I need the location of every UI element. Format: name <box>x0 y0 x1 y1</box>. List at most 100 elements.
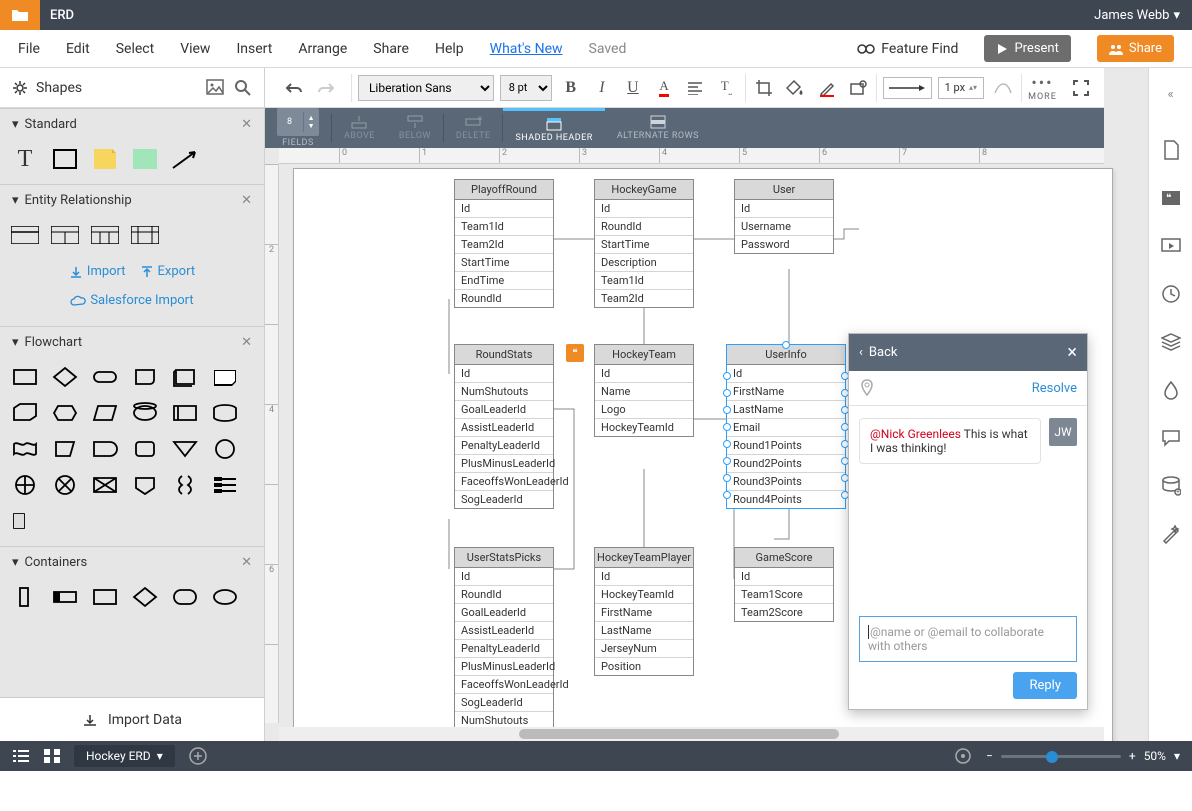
close-icon[interactable]: ✕ <box>241 555 252 570</box>
fill-button[interactable] <box>783 75 808 101</box>
section-head-containers[interactable]: ▾Containers ✕ <box>0 547 264 578</box>
entity-field[interactable]: Name <box>595 382 693 400</box>
container-shape[interactable] <box>130 584 160 610</box>
font-size-select[interactable]: 8 pt <box>500 75 553 101</box>
flowchart-shape[interactable] <box>130 400 160 426</box>
flowchart-shape[interactable] <box>10 400 40 426</box>
flowchart-shape[interactable] <box>50 364 80 390</box>
line-options-button[interactable] <box>990 75 1015 101</box>
menu-view[interactable]: View <box>180 41 210 57</box>
scrollbar-horizontal[interactable] <box>279 727 1104 741</box>
layers-icon[interactable] <box>1159 330 1183 354</box>
font-color-button[interactable]: A <box>652 75 677 101</box>
flowchart-shape[interactable] <box>10 472 40 498</box>
entity-field[interactable]: Id <box>727 365 845 382</box>
entity-hockeygame[interactable]: HockeyGameIdRoundIdStartTimeDescriptionT… <box>594 179 694 308</box>
entity-field[interactable]: FaceoffsWonLeaderId <box>455 472 553 490</box>
entity-field[interactable]: Position <box>595 657 693 675</box>
add-page-icon[interactable] <box>189 747 207 765</box>
entity-field[interactable]: AssistLeaderId <box>455 621 553 639</box>
entity-field[interactable]: Round3Points <box>727 472 845 490</box>
font-select[interactable]: Liberation Sans <box>358 75 494 101</box>
entity-field[interactable]: Description <box>595 253 693 271</box>
menu-select[interactable]: Select <box>116 41 154 57</box>
chat-icon[interactable] <box>1159 426 1183 450</box>
flowchart-shape[interactable] <box>90 364 120 390</box>
entity-field[interactable]: HockeyTeamId <box>595 418 693 436</box>
folder-icon[interactable] <box>0 0 40 30</box>
undo-button[interactable] <box>281 75 307 101</box>
close-icon[interactable]: ✕ <box>241 193 252 208</box>
flowchart-shape[interactable] <box>170 436 200 462</box>
entity-field[interactable]: NumShutouts <box>455 382 553 400</box>
flowchart-shape[interactable] <box>210 364 240 390</box>
entity-field[interactable]: Id <box>735 568 833 585</box>
entity-field[interactable]: GoalLeaderId <box>455 603 553 621</box>
text-shape[interactable]: T <box>10 146 40 172</box>
entity-userstatspicks[interactable]: UserStatsPicksIdRoundIdGoalLeaderIdAssis… <box>454 547 554 741</box>
entity-field[interactable]: Logo <box>595 400 693 418</box>
fields-count[interactable]: 8 ▲▼ FIELDS <box>265 108 331 148</box>
entity-field[interactable]: SogLeaderId <box>455 490 553 508</box>
entity-field[interactable]: StartTime <box>455 253 553 271</box>
flowchart-shape[interactable] <box>170 472 200 498</box>
entity-field[interactable]: Id <box>455 200 553 217</box>
flowchart-shape[interactable] <box>10 508 40 534</box>
page-icon[interactable] <box>1159 138 1183 162</box>
entity-field[interactable]: FirstName <box>727 382 845 400</box>
entity-field[interactable]: Id <box>595 568 693 585</box>
image-icon[interactable] <box>206 79 224 95</box>
underline-button[interactable]: U <box>620 75 645 101</box>
flowchart-shape[interactable] <box>10 364 40 390</box>
entity-field[interactable]: LastName <box>727 400 845 418</box>
container-shape[interactable] <box>50 584 80 610</box>
section-head-erd[interactable]: ▾Entity Relationship ✕ <box>0 185 264 216</box>
entity-field[interactable]: RoundId <box>455 289 553 307</box>
close-icon[interactable]: ✕ <box>241 335 252 350</box>
entity-playoffround[interactable]: PlayoffRoundIdTeam1IdTeam2IdStartTimeEnd… <box>454 179 554 308</box>
menu-share[interactable]: Share <box>373 41 409 57</box>
flowchart-shape[interactable] <box>90 400 120 426</box>
entity-field[interactable]: FaceoffsWonLeaderId <box>455 675 553 693</box>
entity-userinfo[interactable]: UserInfoIdFirstNameLastNameEmailRound1Po… <box>726 344 846 509</box>
entity-field[interactable]: Id <box>595 365 693 382</box>
text-options-button[interactable]: T⎵ <box>714 75 739 101</box>
pin-icon[interactable] <box>859 379 875 397</box>
menu-insert[interactable]: Insert <box>236 41 272 57</box>
ink-icon[interactable] <box>1159 378 1183 402</box>
entity-roundstats[interactable]: RoundStatsIdNumShutoutsGoalLeaderIdAssis… <box>454 344 554 509</box>
entity-field[interactable]: Password <box>735 235 833 253</box>
alternate-rows[interactable]: ALTERNATE ROWS <box>605 108 711 148</box>
user-menu[interactable]: James Webb ▾ <box>1082 8 1192 23</box>
feature-find[interactable]: Feature Find <box>857 41 958 57</box>
comment-indicator-icon[interactable]: ❝ <box>566 344 584 362</box>
flowchart-shape[interactable] <box>170 400 200 426</box>
entity-hockeyteam[interactable]: HockeyTeamIdNameLogoHockeyTeamId <box>594 344 694 437</box>
entity-field[interactable]: Id <box>735 200 833 217</box>
erd-table-1[interactable] <box>10 222 40 248</box>
entity-field[interactable]: Team2Score <box>735 603 833 621</box>
menu-whats-new[interactable]: What's New <box>490 41 563 57</box>
history-icon[interactable] <box>1159 282 1183 306</box>
bold-button[interactable]: B <box>558 75 583 101</box>
line-style-select[interactable] <box>883 77 931 99</box>
entity-field[interactable]: Id <box>455 568 553 585</box>
delete-field[interactable]: ×DELETE <box>444 108 503 148</box>
section-head-flowchart[interactable]: ▾Flowchart ✕ <box>0 327 264 358</box>
stroke-color-button[interactable] <box>814 75 839 101</box>
flowchart-shape[interactable] <box>130 472 160 498</box>
italic-button[interactable]: I <box>589 75 614 101</box>
entity-field[interactable]: RoundId <box>595 217 693 235</box>
entity-field[interactable]: Round1Points <box>727 436 845 454</box>
erd-table-3[interactable] <box>90 222 120 248</box>
import-data-button[interactable]: Import Data <box>0 697 264 741</box>
document-title[interactable]: ERD <box>40 8 84 23</box>
erd-table-2[interactable] <box>50 222 80 248</box>
section-head-standard[interactable]: ▾Standard ✕ <box>0 109 264 140</box>
erd-import-link[interactable]: Import <box>69 264 126 279</box>
entity-field[interactable]: Username <box>735 217 833 235</box>
menu-arrange[interactable]: Arrange <box>298 41 347 57</box>
share-button[interactable]: Share <box>1097 35 1174 62</box>
flowchart-shape[interactable] <box>10 436 40 462</box>
entity-field[interactable]: EndTime <box>455 271 553 289</box>
